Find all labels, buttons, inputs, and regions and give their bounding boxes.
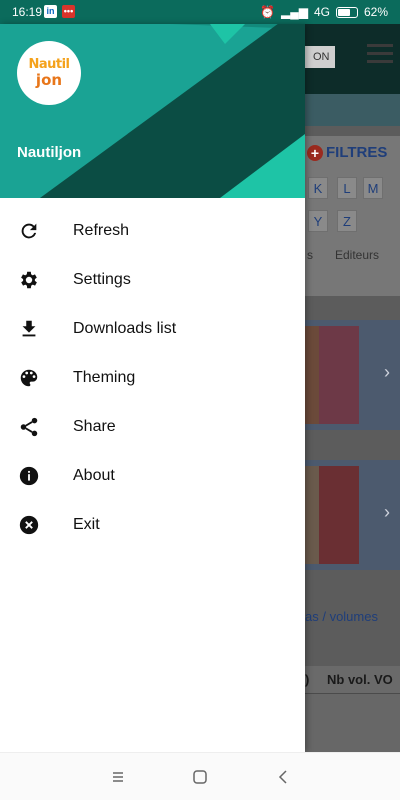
background-carousel: ›: [305, 460, 400, 570]
letter-filter: K: [308, 177, 328, 199]
letter-filter: L: [337, 177, 357, 199]
hamburger-menu-icon: [367, 44, 393, 66]
plus-icon: +: [307, 144, 323, 161]
background-toolbar: ON: [305, 24, 400, 94]
letter-filter: Z: [337, 210, 357, 232]
logo-text-bottom: jon: [35, 71, 63, 89]
battery-icon: [335, 6, 358, 18]
signal-icon: ▂▄▆: [280, 5, 308, 19]
column-label: s: [307, 248, 313, 262]
background-app[interactable]: ON + FILTRES K L M Y Z s Editeurs › › as…: [305, 24, 400, 752]
background-link: as / volumes: [305, 609, 378, 624]
background-filters: + FILTRES: [307, 144, 387, 161]
letter-filter: Y: [308, 210, 328, 232]
menu-item-label: Downloads list: [73, 320, 177, 337]
background-table-body: [305, 694, 400, 752]
alarm-icon: ⏰: [260, 5, 275, 19]
download-icon: [22, 320, 36, 337]
close-circle-icon: [19, 515, 39, 535]
menu-item-label: About: [73, 467, 115, 484]
recent-apps-icon[interactable]: [108, 767, 128, 787]
palette-icon: [20, 369, 38, 387]
menu-item-about[interactable]: About: [0, 451, 305, 500]
menu-item-downloads-list[interactable]: Downloads list: [0, 304, 305, 353]
background-table-header: ) Nb vol. VO: [305, 666, 400, 694]
menu-item-label: Exit: [73, 516, 100, 533]
app-logo: Nautil jon: [17, 41, 81, 105]
gear-icon: [21, 271, 37, 289]
status-bar: 16:19 in ••• ⏰ ▂▄▆ 4G 62%: [0, 0, 400, 24]
battery-level: 62%: [363, 5, 388, 19]
background-bar: [305, 94, 400, 126]
chevron-right-icon: ›: [384, 502, 390, 522]
share-icon: [20, 417, 38, 437]
letter-filter: M: [363, 177, 383, 199]
linkedin-notification-icon: in: [44, 5, 57, 18]
background-carousel: ›: [305, 320, 400, 430]
logo-text-top: Nautil: [28, 57, 70, 72]
home-button-icon[interactable]: [190, 767, 210, 787]
chevron-right-icon: ›: [384, 362, 390, 382]
network-type: 4G: [313, 5, 330, 19]
status-indicators: ⏰ ▂▄▆ 4G 62%: [260, 5, 388, 19]
status-time: 16:19: [12, 5, 43, 19]
menu-item-label: Share: [73, 418, 116, 435]
menu-item-label: Refresh: [73, 222, 130, 239]
table-header-left: ): [305, 672, 310, 687]
filters-label: FILTRES: [326, 144, 388, 161]
drawer-menu: Refresh Settings Downloads list Theming: [0, 206, 305, 549]
menu-item-label: Settings: [73, 271, 131, 288]
menu-item-settings[interactable]: Settings: [0, 255, 305, 304]
column-label: Editeurs: [335, 248, 380, 262]
app-name: Nautiljon: [17, 144, 82, 161]
info-icon: [19, 466, 39, 486]
menu-item-share[interactable]: Share: [0, 402, 305, 451]
back-button-icon[interactable]: [273, 767, 293, 787]
menu-item-label: Theming: [73, 369, 136, 386]
navigation-drawer: Nautil jon Nautiljon Refresh Settings Do…: [0, 24, 305, 752]
system-nav-bar: [0, 752, 400, 800]
table-header: Nb vol. VO: [327, 672, 393, 687]
menu-item-exit[interactable]: Exit: [0, 500, 305, 549]
menu-item-theming[interactable]: Theming: [0, 353, 305, 402]
menu-item-refresh[interactable]: Refresh: [0, 206, 305, 255]
drawer-header: Nautil jon Nautiljon: [0, 24, 305, 198]
cover-image: [319, 466, 359, 564]
messages-notification-icon: •••: [62, 5, 75, 18]
background-search: ON: [305, 46, 335, 68]
cover-image: [319, 326, 359, 424]
refresh-icon: [21, 223, 37, 239]
